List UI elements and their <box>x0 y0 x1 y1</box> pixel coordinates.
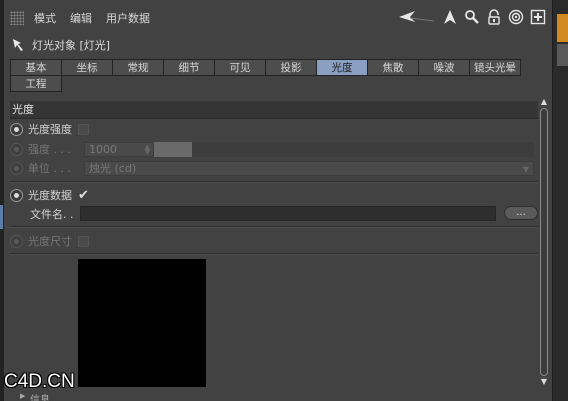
light-object-icon <box>13 39 23 51</box>
photometric-data-checkbox[interactable]: ✔ <box>78 189 89 202</box>
strength-row: 强度 . . . <box>10 140 71 158</box>
strength-animate-radio[interactable] <box>10 142 23 156</box>
toolbar <box>398 9 546 25</box>
lock-icon[interactable] <box>486 9 502 25</box>
tab-project[interactable]: 工程 <box>10 75 62 92</box>
scrollbar[interactable]: ▲ ▼ <box>539 97 549 387</box>
tab-details[interactable]: 细节 <box>163 59 215 76</box>
scroll-up-icon[interactable]: ▲ <box>539 97 549 107</box>
intensity-label: 光度强度 <box>28 123 72 136</box>
photometric-data-label: 光度数据 <box>28 189 72 202</box>
tab-coordinates[interactable]: 坐标 <box>61 59 113 76</box>
tab-general[interactable]: 常规 <box>112 59 164 76</box>
add-icon[interactable] <box>530 9 546 25</box>
tab-photometric[interactable]: 光度 <box>316 59 368 76</box>
right-dock-strip <box>552 0 568 401</box>
browse-button[interactable]: ... <box>504 206 538 220</box>
tab-visibility[interactable]: 可见 <box>214 59 266 76</box>
strength-input[interactable]: 1000 ▲ ▼ <box>84 142 154 157</box>
target-icon[interactable] <box>508 9 524 25</box>
tab-bar: 基本 坐标 常规 细节 可见 投影 光度 焦散 噪波 镜头光晕 工程 <box>10 59 530 92</box>
strength-slider[interactable] <box>154 142 534 157</box>
object-header: 灯光对象 [灯光] <box>12 37 110 53</box>
section-header: 光度 <box>10 101 538 118</box>
intensity-animate-radio[interactable] <box>10 122 23 136</box>
chevron-down-icon: ▼ <box>522 165 529 174</box>
photometric-size-label: 光度尺寸 <box>28 235 72 248</box>
tab-caustics[interactable]: 焦散 <box>367 59 419 76</box>
expand-arrow-icon[interactable]: ▶ <box>20 392 25 400</box>
tab-basic[interactable]: 基本 <box>10 59 62 76</box>
divider-1-light <box>10 182 538 183</box>
strength-value: 1000 <box>89 143 117 156</box>
watermark: C4D.CN <box>4 371 75 392</box>
unit-row: 单位 . . . <box>10 159 71 177</box>
filename-input[interactable] <box>80 206 496 221</box>
right-dock-tab[interactable] <box>557 44 568 66</box>
data-animate-radio[interactable] <box>10 188 23 202</box>
divider-3-light <box>10 254 538 255</box>
menu-user-data[interactable]: 用户数据 <box>106 10 150 26</box>
ies-preview-image <box>78 259 206 387</box>
strength-slider-fill <box>154 142 192 157</box>
filename-row: 文件名. . <box>30 205 74 223</box>
tab-lens-glow[interactable]: 镜头光晕 <box>469 59 521 76</box>
grip-icon[interactable] <box>10 11 24 25</box>
intensity-checkbox[interactable] <box>78 123 89 135</box>
tab-row-1: 基本 坐标 常规 细节 可见 投影 光度 焦散 噪波 镜头光晕 <box>10 59 530 76</box>
photometric-size-checkbox[interactable] <box>78 235 89 247</box>
tab-noise[interactable]: 噪波 <box>418 59 470 76</box>
menubar: 模式 编辑 用户数据 <box>4 5 552 31</box>
menu-edit[interactable]: 编辑 <box>70 10 92 26</box>
strength-spinner-icon[interactable]: ▲ ▼ <box>145 144 150 156</box>
dock-marker <box>0 205 3 229</box>
unit-dropdown[interactable]: 烛光 (cd) ▼ <box>84 161 534 176</box>
strength-label: 强度 . . . <box>28 143 71 156</box>
filename-label: 文件名. . <box>30 208 74 221</box>
size-animate-radio[interactable] <box>10 234 23 248</box>
photometric-size-row: 光度尺寸 <box>10 232 89 250</box>
object-title: 灯光对象 [灯光] <box>32 39 111 52</box>
tab-row-2: 工程 <box>10 75 530 92</box>
unit-value: 烛光 (cd) <box>89 162 137 175</box>
scroll-down-icon[interactable]: ▼ <box>539 377 549 387</box>
scroll-thumb[interactable] <box>540 108 548 376</box>
search-icon[interactable] <box>464 9 480 25</box>
unit-label: 单位 . . . <box>28 162 71 175</box>
section-divider <box>10 118 538 119</box>
divider-2-light <box>10 227 538 228</box>
unit-animate-radio[interactable] <box>10 161 23 175</box>
intensity-row: 光度强度 <box>10 120 89 138</box>
back-arrow-icon[interactable] <box>398 9 436 25</box>
right-dock-tab-active[interactable] <box>557 14 568 42</box>
menu-mode[interactable]: 模式 <box>34 10 56 26</box>
photometric-data-row: 光度数据 ✔ <box>10 186 89 204</box>
tab-shadow[interactable]: 投影 <box>265 59 317 76</box>
cursor-up-icon[interactable] <box>442 9 458 25</box>
attribute-manager: 模式 编辑 用户数据 灯光对象 [灯光] 基本 坐标 常规 细节 可见 投影 光… <box>4 0 552 401</box>
